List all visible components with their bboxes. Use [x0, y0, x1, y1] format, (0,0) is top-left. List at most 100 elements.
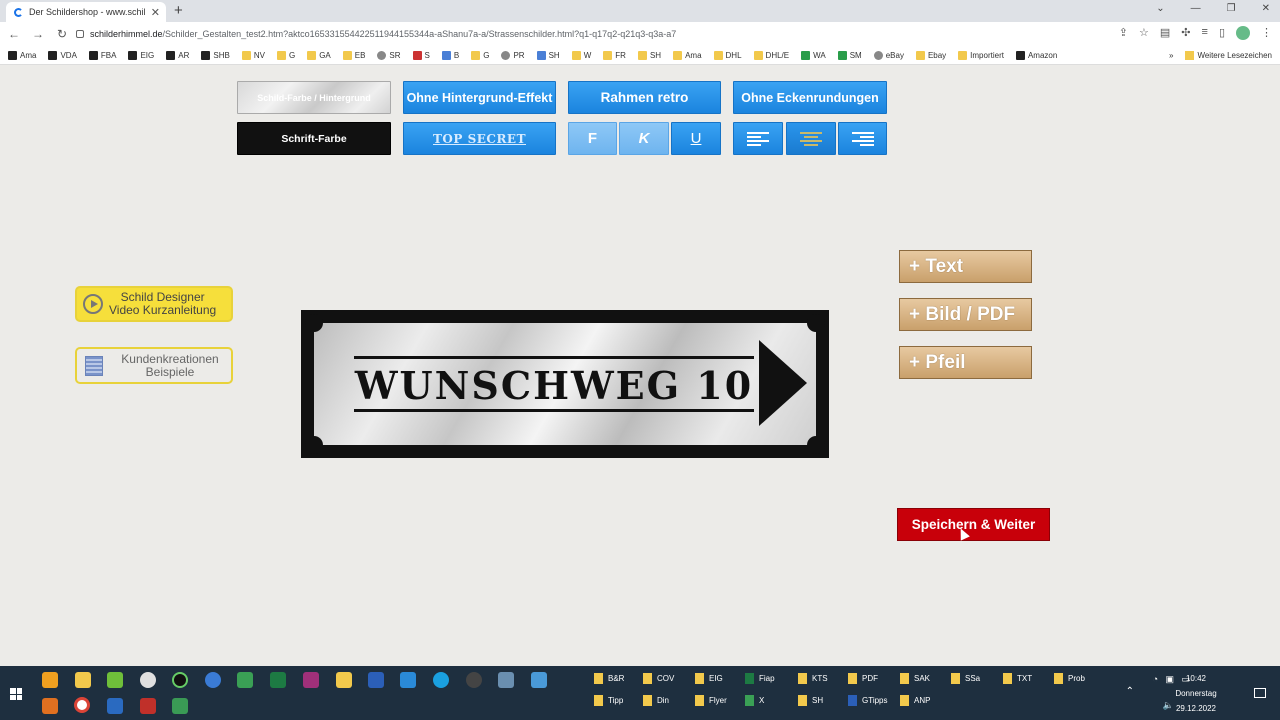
- word-icon[interactable]: [368, 672, 384, 688]
- bookmark-item[interactable]: VDA: [48, 50, 77, 60]
- other-bookmarks[interactable]: Weitere Lesezeichen: [1185, 51, 1272, 61]
- sidepanel-icon[interactable]: ▯: [1219, 26, 1225, 40]
- new-tab-button[interactable]: +: [174, 2, 183, 19]
- app-icon[interactable]: [531, 672, 547, 688]
- bookmark-item[interactable]: eBay: [873, 50, 904, 60]
- menu-icon[interactable]: ⋮: [1261, 26, 1272, 40]
- app-icon[interactable]: [172, 698, 188, 714]
- reading-list-icon[interactable]: ≡: [1202, 26, 1208, 40]
- back-icon[interactable]: ←: [4, 27, 24, 41]
- bookmark-item[interactable]: Ebay: [915, 50, 946, 60]
- underline-button[interactable]: U: [671, 122, 721, 155]
- bookmark-item[interactable]: SH: [637, 50, 661, 60]
- bookmark-item[interactable]: WA: [801, 50, 826, 60]
- app-icon[interactable]: [336, 672, 352, 688]
- close-window-icon[interactable]: ✕: [1262, 3, 1270, 14]
- bookmark-item[interactable]: SH: [536, 50, 560, 60]
- app-icon[interactable]: [107, 698, 123, 714]
- bookmark-item[interactable]: NV: [241, 50, 265, 60]
- taskbar-folder[interactable]: ANP: [900, 695, 930, 706]
- bookmark-item[interactable]: EB: [342, 50, 365, 60]
- bookmark-item[interactable]: G: [471, 50, 489, 60]
- video-tutorial-button[interactable]: Schild Designer Video Kurzanleitung: [75, 286, 233, 322]
- bookmarks-more-button[interactable]: »: [1169, 51, 1173, 60]
- bookmark-item[interactable]: FBA: [88, 50, 116, 60]
- taskbar-folder[interactable]: Din: [643, 695, 669, 706]
- bookmark-item[interactable]: W: [571, 50, 591, 60]
- bookmark-item[interactable]: Amazon: [1015, 50, 1057, 60]
- clock-time[interactable]: 10:42: [1166, 674, 1226, 683]
- taskbar-folder[interactable]: SH: [798, 695, 823, 706]
- camera-icon[interactable]: [466, 672, 482, 688]
- bookmark-item[interactable]: SM: [837, 50, 862, 60]
- bookmark-item[interactable]: DHL: [713, 50, 742, 60]
- bookmark-item[interactable]: FR: [603, 50, 626, 60]
- bookmark-item[interactable]: GA: [307, 50, 331, 60]
- address-bar[interactable]: schilderhimmel.de/Schilder_Gestalten_tes…: [76, 25, 1096, 43]
- add-image-button[interactable]: + Bild / PDF: [899, 298, 1032, 331]
- app-icon[interactable]: [140, 672, 156, 688]
- taskbar-folder[interactable]: GTipps: [848, 695, 888, 706]
- app-icon[interactable]: [42, 672, 58, 688]
- profile-avatar[interactable]: [1236, 26, 1250, 40]
- taskbar-folder[interactable]: KTS: [798, 673, 828, 684]
- sign-color-button[interactable]: Schild-Farbe / Hintergrund: [237, 81, 391, 114]
- taskbar-folder[interactable]: Flyer: [695, 695, 727, 706]
- frame-retro-button[interactable]: Rahmen retro: [568, 81, 721, 114]
- no-corners-button[interactable]: Ohne Eckenrundungen: [733, 81, 887, 114]
- add-arrow-button[interactable]: + Pfeil: [899, 346, 1032, 379]
- taskbar-folder[interactable]: Tipp: [594, 695, 623, 706]
- app-icon[interactable]: [140, 698, 156, 714]
- reload-icon[interactable]: ↻: [52, 27, 72, 41]
- no-bg-effect-button[interactable]: Ohne Hintergrund-Effekt: [403, 81, 556, 114]
- bookmark-item[interactable]: Importiert: [958, 50, 1004, 60]
- notification-icon[interactable]: [1254, 688, 1266, 698]
- sign-text[interactable]: WUNSCHWEG 10: [354, 363, 754, 408]
- taskbar-folder[interactable]: EIG: [695, 673, 723, 684]
- bookmark-item[interactable]: DHL/E: [753, 50, 789, 60]
- chrome-icon[interactable]: [74, 697, 90, 713]
- chevron-up-icon[interactable]: ⌃: [1126, 686, 1134, 697]
- taskbar-folder[interactable]: TXT: [1003, 673, 1032, 684]
- save-continue-button[interactable]: Speichern & Weiter: [897, 508, 1050, 541]
- app-icon[interactable]: [42, 698, 58, 714]
- app-icon[interactable]: [303, 672, 319, 688]
- clock-sync-icon[interactable]: ◔: [1153, 674, 1158, 684]
- tab-search-icon[interactable]: ⌄: [1156, 3, 1164, 14]
- puzzle-icon[interactable]: ✣: [1181, 26, 1190, 40]
- taskbar-folder[interactable]: B&R: [594, 673, 624, 684]
- browser-tab[interactable]: Der Schildershop - www.schilderhi ✕: [6, 2, 166, 22]
- align-right-button[interactable]: [838, 122, 887, 155]
- taskbar-folder[interactable]: Fiap: [745, 673, 775, 684]
- restore-icon[interactable]: ❐: [1227, 3, 1236, 14]
- taskbar-folder[interactable]: X: [745, 695, 764, 706]
- skype-icon[interactable]: [433, 672, 449, 688]
- bookmark-item[interactable]: Ama: [8, 50, 36, 60]
- bookmark-item[interactable]: G: [276, 50, 295, 60]
- calculator-icon[interactable]: [498, 672, 514, 688]
- bold-button[interactable]: F: [568, 122, 617, 155]
- bookmark-item[interactable]: AR: [166, 50, 189, 60]
- bookmark-item[interactable]: B: [441, 50, 459, 60]
- app-icon[interactable]: [107, 672, 123, 688]
- app-icon[interactable]: [237, 672, 253, 688]
- share-icon[interactable]: ⇪: [1119, 26, 1128, 40]
- tab-close-icon[interactable]: ✕: [151, 6, 166, 19]
- align-center-button[interactable]: [786, 122, 836, 155]
- taskbar-folder[interactable]: SSa: [951, 673, 980, 684]
- bookmark-item[interactable]: S: [412, 50, 430, 60]
- bookmark-item[interactable]: PR: [501, 50, 525, 60]
- taskbar-folder[interactable]: SAK: [900, 673, 930, 684]
- sign-preview[interactable]: WUNSCHWEG 10: [301, 310, 829, 458]
- bookmark-item[interactable]: SR: [377, 50, 401, 60]
- align-left-button[interactable]: [733, 122, 783, 155]
- star-icon[interactable]: ☆: [1139, 26, 1149, 40]
- customer-examples-button[interactable]: Kundenkreationen Beispiele: [75, 347, 233, 384]
- explorer-icon[interactable]: [75, 672, 91, 688]
- excel-icon[interactable]: [270, 672, 286, 688]
- add-text-button[interactable]: + Text: [899, 250, 1032, 283]
- windows-start-icon[interactable]: [10, 688, 22, 700]
- taskbar-folder[interactable]: PDF: [848, 673, 878, 684]
- font-style-button[interactable]: TOP SECRET: [403, 122, 556, 155]
- font-color-button[interactable]: Schrift-Farbe: [237, 122, 391, 155]
